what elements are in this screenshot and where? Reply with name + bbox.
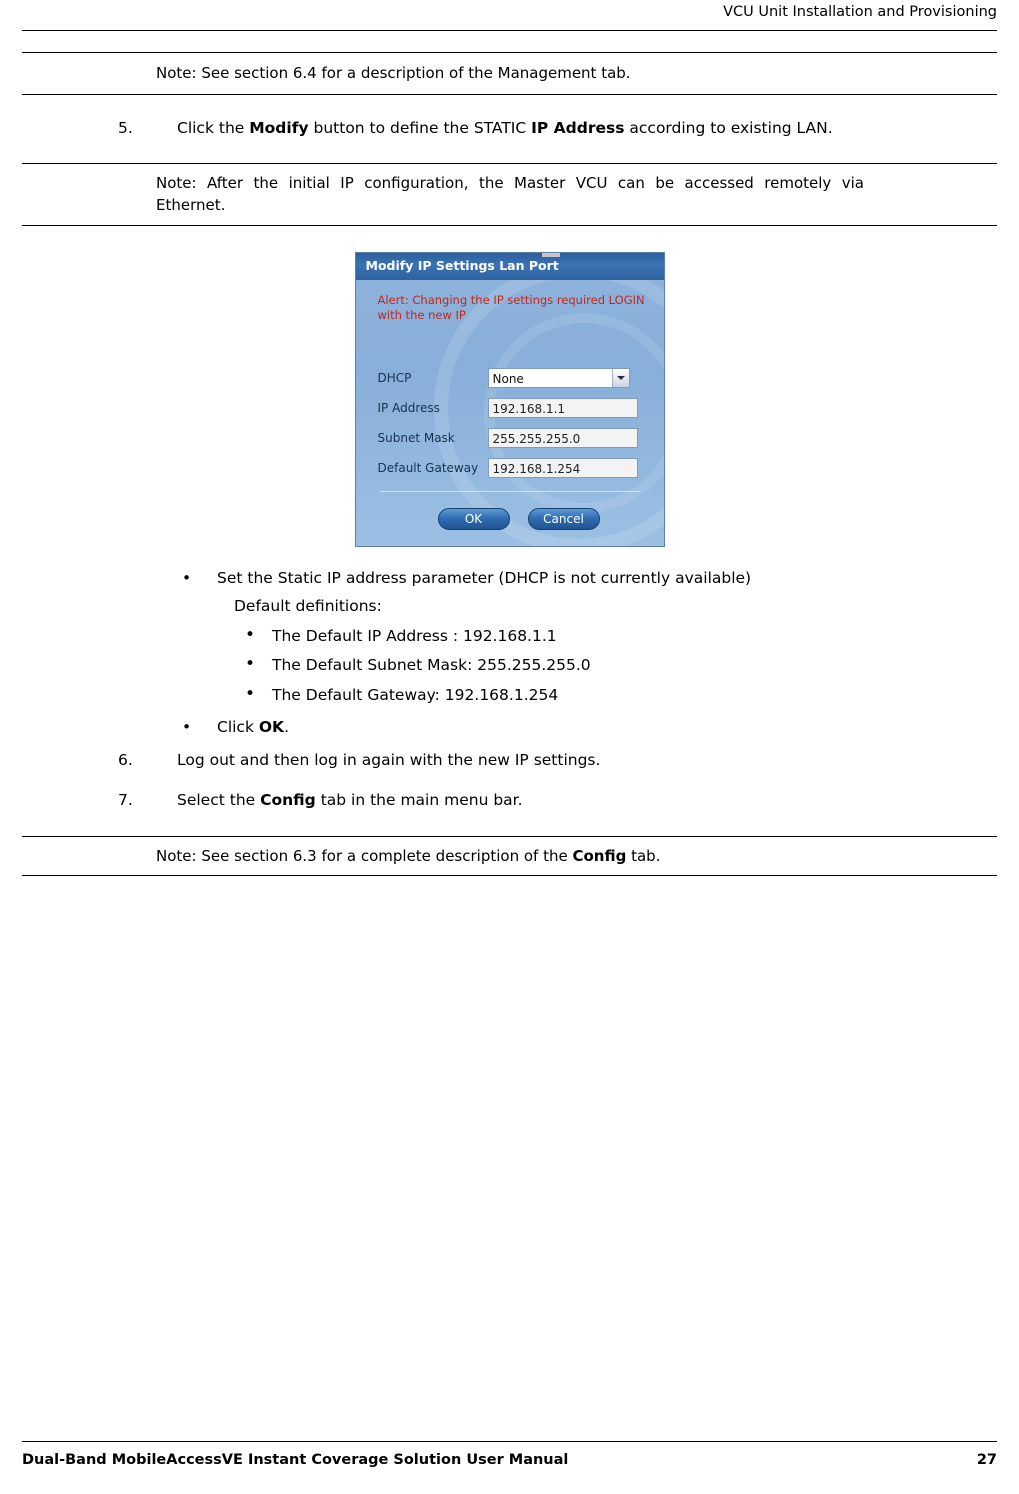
step-5-text-part3: according to existing LAN. [624, 118, 833, 137]
default-item-gateway: • The Default Gateway: 192.168.1.254 [22, 684, 997, 706]
step-5-bold-modify: Modify [249, 118, 309, 137]
chevron-down-icon[interactable] [611, 368, 629, 387]
bullet-click-ok: • Click OK. [22, 716, 997, 738]
footer-manual-title: Dual-Band MobileAccessVE Instant Coverag… [22, 1452, 569, 1468]
step-6: 6. Log out and then log in again with the… [22, 749, 997, 771]
dhcp-select[interactable]: None [487, 367, 630, 388]
bullet-dot-icon: • [182, 718, 192, 737]
footer-page-number: 27 [976, 1452, 997, 1468]
note-config-part2: tab. [626, 846, 661, 865]
bullet-dash-icon: • [245, 654, 256, 675]
document-content: Note: See section 6.4 for a description … [0, 52, 1019, 877]
ip-address-input[interactable]: 192.168.1.1 [487, 397, 638, 418]
step-6-number: 6. [118, 750, 133, 769]
document-page: VCU Unit Installation and Provisioning N… [0, 0, 1019, 1494]
modify-ip-settings-dialog: Modify IP Settings Lan Port Alert: Chang… [354, 251, 665, 547]
bullet-dot-icon: • [182, 568, 192, 587]
note-config-bold: Config [572, 846, 627, 865]
label-ip-address: IP Address [377, 400, 440, 415]
step-5-text-part2: button to define the STATIC [308, 118, 532, 137]
step-7-bold-config: Config [260, 791, 316, 810]
header-divider [22, 30, 997, 31]
note-config-part1: Note: See section 6.3 for a complete des… [156, 846, 573, 865]
bullet-set-static-ip: • Set the Static IP address parameter (DH… [22, 567, 997, 589]
dialog-alert-message: Alert: Changing the IP settings required… [377, 292, 645, 323]
default-definitions-label: Default definitions: [234, 597, 382, 616]
bullet-set-static-ip-text: Set the Static IP address parameter (DHC… [217, 568, 752, 587]
step-7-text-part2: tab in the main menu bar. [315, 791, 523, 810]
label-default-gateway: Default Gateway [377, 460, 479, 475]
field-row-subnet-mask: Subnet Mask 255.255.255.0 [377, 427, 644, 450]
field-row-default-gateway: Default Gateway 192.168.1.254 [377, 457, 644, 480]
note-config-tab: Note: See section 6.3 for a complete des… [22, 835, 997, 877]
step-5-number: 5. [118, 118, 133, 137]
default-item-ip: • The Default IP Address : 192.168.1.1 [22, 625, 997, 647]
bullet-click-bold-ok: OK [258, 718, 285, 737]
header-title: VCU Unit Installation and Provisioning [723, 4, 997, 20]
default-gateway-input[interactable]: 192.168.1.254 [487, 457, 638, 478]
page-header: VCU Unit Installation and Provisioning [0, 0, 1019, 34]
step-7-number: 7. [118, 791, 133, 810]
step-7-text-part1: Select the [177, 791, 261, 810]
note-management-tab: Note: See section 6.4 for a description … [22, 52, 997, 95]
default-item-subnet-text: The Default Subnet Mask: 255.255.255.0 [272, 656, 591, 675]
cancel-button[interactable]: Cancel [527, 507, 600, 530]
dialog-title: Modify IP Settings Lan Port [365, 257, 559, 273]
label-subnet-mask: Subnet Mask [377, 430, 455, 445]
dialog-separator [379, 490, 640, 492]
ok-button[interactable]: OK [437, 507, 510, 530]
bullet-dash-icon: • [245, 683, 256, 704]
step-5-text-part1: Click the [177, 118, 250, 137]
default-item-gateway-text: The Default Gateway: 192.168.1.254 [272, 685, 559, 704]
dhcp-select-value: None [492, 371, 524, 386]
step-5-bold-ip-address: IP Address [531, 118, 625, 137]
default-item-ip-text: The Default IP Address : 192.168.1.1 [272, 626, 557, 645]
bullet-click-tail: . [284, 718, 289, 737]
default-item-subnet: • The Default Subnet Mask: 255.255.255.0 [22, 654, 997, 676]
subnet-mask-input[interactable]: 255.255.255.0 [487, 427, 638, 448]
figure-modify-ip-dialog: Modify IP Settings Lan Port Alert: Chang… [0, 251, 1019, 551]
titlebar-notch-icon [541, 252, 560, 257]
step-7: 7. Select the Config tab in the main menu… [22, 789, 997, 811]
note-remote-access: Note: After the initial IP configuration… [22, 162, 997, 226]
bullet-click-text: Click [217, 718, 259, 737]
label-dhcp: DHCP [377, 370, 412, 385]
footer-divider [22, 1441, 997, 1442]
bullet-dash-icon: • [245, 624, 256, 645]
field-row-dhcp: DHCP None [377, 367, 644, 390]
field-row-ip-address: IP Address 192.168.1.1 [377, 397, 644, 420]
step-6-text: Log out and then log in again with the n… [177, 750, 601, 769]
dialog-titlebar: Modify IP Settings Lan Port [355, 252, 664, 280]
step-5: 5. Click the Modify button to define the … [22, 117, 997, 139]
